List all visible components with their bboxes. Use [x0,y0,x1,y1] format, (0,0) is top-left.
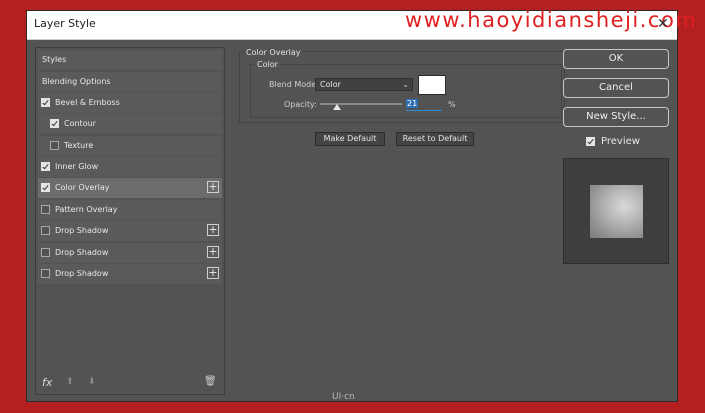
style-item-label: Texture [64,141,94,150]
style-checkbox[interactable] [41,248,50,257]
chevron-down-icon: ⌄ [402,80,409,89]
trash-icon[interactable]: 🗑 [204,376,217,387]
watermark-text: www.haoyidiansheji.com [405,8,698,32]
style-item-texture[interactable]: Texture [38,136,222,156]
style-item-inner-glow[interactable]: Inner Glow [38,157,222,177]
opacity-slider-thumb[interactable] [333,104,342,110]
add-effect-icon[interactable]: + [207,181,219,193]
blend-mode-value: Color [320,80,341,89]
styles-list-panel: Styles Blending Options Bevel & Emboss Cont… [35,47,225,395]
style-item-label: Color Overlay [55,183,110,192]
style-item-bevel-emboss[interactable]: Bevel & Emboss [38,93,222,113]
preview-label: Preview [601,136,640,147]
styles-list-toolbar: fx ⬆ ⬇ 🗑 [36,374,224,394]
style-checkbox[interactable] [41,183,50,192]
color-subgroup: Color Blend Mode: Color ⌄ Opacity: 21 % [250,60,562,118]
opacity-input[interactable]: 21 [406,99,442,111]
blend-mode-label: Blend Mode: [269,80,319,89]
style-item-label: Inner Glow [55,162,99,171]
add-effect-icon[interactable]: + [207,246,219,258]
style-item-styles[interactable]: Styles [38,50,222,70]
style-item-label: Drop Shadow [55,269,109,278]
style-item-color-overlay[interactable]: Color Overlay + [38,178,222,198]
cancel-button[interactable]: Cancel [563,78,669,98]
move-down-icon[interactable]: ⬇ [88,377,96,387]
add-effect-icon[interactable]: + [207,224,219,236]
ok-button[interactable]: OK [563,49,669,69]
group-title: Color Overlay [244,48,303,57]
preview-thumbnail [563,158,669,264]
style-checkbox[interactable] [41,162,50,171]
title-bar: Layer Style www.haoyidiansheji.com ✕ [27,8,696,40]
style-item-label: Pattern Overlay [55,205,118,214]
opacity-value: 21 [406,99,419,108]
style-item-drop-shadow[interactable]: Drop Shadow + [38,264,222,284]
style-item-label: Blending Options [42,77,111,86]
reset-to-default-button[interactable]: Reset to Default [396,132,474,146]
style-item-contour[interactable]: Contour [38,114,222,134]
move-up-icon[interactable]: ⬆ [66,377,74,387]
preview-image [590,185,643,238]
overlay-color-swatch[interactable] [418,75,446,95]
style-item-label: Drop Shadow [55,226,109,235]
fx-icon[interactable]: fx [42,376,52,389]
close-icon[interactable]: ✕ [657,16,669,32]
style-item-pattern-overlay[interactable]: Pattern Overlay [38,200,222,220]
style-item-label: Bevel & Emboss [55,98,120,107]
style-checkbox[interactable] [41,205,50,214]
style-checkbox[interactable] [41,269,50,278]
make-default-button[interactable]: Make Default [315,132,385,146]
style-checkbox[interactable] [41,226,50,235]
style-item-label: Drop Shadow [55,248,109,257]
opacity-unit: % [448,100,456,109]
subgroup-title: Color [255,60,280,69]
add-effect-icon[interactable]: + [207,267,219,279]
uicn-logo: UI·cn [332,392,355,402]
style-item-drop-shadow[interactable]: Drop Shadow + [38,221,222,241]
blend-mode-select[interactable]: Color ⌄ [315,78,413,91]
opacity-label: Opacity: [284,100,317,109]
style-item-drop-shadow[interactable]: Drop Shadow + [38,243,222,263]
dialog-title: Layer Style [34,17,96,30]
style-item-label: Styles [42,55,67,64]
style-item-blending-options[interactable]: Blending Options [38,72,222,92]
color-overlay-group: Color Overlay Color Blend Mode: Color ⌄ … [239,48,565,123]
new-style-button[interactable]: New Style... [563,107,669,127]
style-checkbox[interactable] [50,119,59,128]
preview-checkbox[interactable] [586,137,595,146]
style-checkbox[interactable] [41,98,50,107]
layer-style-dialog: Layer Style www.haoyidiansheji.com ✕ Sty… [26,8,696,402]
style-checkbox[interactable] [50,141,59,150]
style-item-label: Contour [64,119,96,128]
